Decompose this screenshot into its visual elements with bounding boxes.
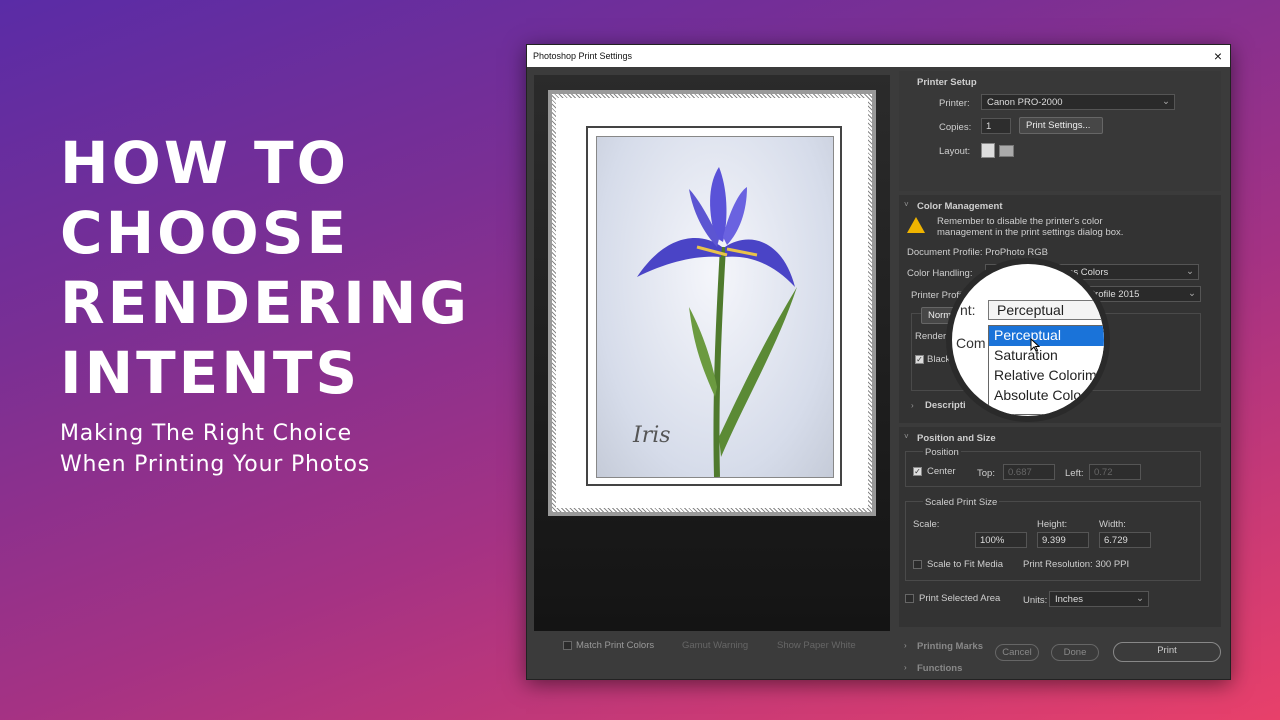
chevron-down-icon: ⌄ [1136,593,1144,604]
left-input[interactable]: 0.72 [1089,464,1141,480]
chevron-down-icon: ⌄ [1162,96,1170,107]
done-button[interactable]: Done [1051,644,1099,661]
compensation-partial-label: Com [956,335,986,351]
portrait-layout-icon[interactable] [981,143,995,158]
window-title: Photoshop Print Settings [533,51,633,61]
photo-caption: Iris [633,423,671,448]
print-selected-area-label: Print Selected Area [919,593,1001,604]
copies-input[interactable]: 1 [981,118,1011,134]
show-paper-white-label: Show Paper White [777,640,856,651]
units-select[interactable]: Inches ⌄ [1049,591,1149,607]
warning-icon [907,217,925,233]
document-profile: Document Profile: ProPhoto RGB [907,247,1048,258]
hero-title-line: INTENTS [60,339,361,407]
rendering-intent-magnifier: nt: Perceptual Com Perceptual Saturation… [946,258,1110,422]
chevron-down-icon[interactable]: ˅ [904,200,909,209]
intent-partial-label: nt: [960,302,976,318]
layout-label: Layout: [939,146,971,157]
height-label: Height: [1037,519,1068,530]
hero-title-line: CHOOSE [60,199,350,267]
hero-title-line: RENDERING [60,269,470,337]
hero-text: HOW TO CHOOSE RENDERING INTENTS Making T… [60,128,510,480]
position-label: Position [923,447,961,458]
color-management-heading: Color Management [917,201,1003,212]
units-label: Units: [1023,595,1048,606]
gamut-warning-label: Gamut Warning [682,640,749,651]
width-label: Width: [1099,519,1126,530]
intent-option-saturation[interactable]: Saturation [989,346,1104,366]
print-button[interactable]: Print [1113,642,1221,662]
position-size-heading: Position and Size [917,433,996,444]
match-print-colors-label: Match Print Colors [576,640,655,651]
copies-label: Copies: [939,122,972,133]
printer-label: Printer: [939,98,970,109]
scale-to-fit-label: Scale to Fit Media [927,559,1004,570]
rendering-intent-select[interactable]: Perceptual [988,300,1104,320]
printer-value: Canon PRO-2000 [987,97,1063,108]
width-input[interactable]: 6.729 [1099,532,1151,548]
chevron-down-icon: ⌄ [1186,266,1194,277]
printer-setup-section: Printer Setup Printer: Canon PRO-2000 ⌄ C… [899,71,1221,191]
intent-option-absolute[interactable]: Absolute Colo [989,386,1104,406]
printer-select[interactable]: Canon PRO-2000 ⌄ [981,94,1175,110]
center-label: Center [927,466,956,477]
scaled-size-label: Scaled Print Size [923,497,1000,508]
center-checkbox[interactable]: ✓ [913,467,922,476]
height-input[interactable]: 9.399 [1037,532,1089,548]
print-preview: Iris [534,75,890,631]
scale-to-fit-checkbox[interactable] [913,560,922,569]
close-icon[interactable]: × [1214,48,1222,64]
landscape-layout-icon[interactable] [999,145,1014,157]
hero-title: HOW TO CHOOSE RENDERING INTENTS [60,128,510,408]
hero-subtitle-line: When Printing Your Photos [60,452,370,477]
description-label: Descripti [925,400,966,411]
dialog-footer: Match Print Colors Gamut Warning Show Pa… [527,637,1230,679]
chevron-right-icon[interactable]: › [911,401,914,410]
cancel-button[interactable]: Cancel [995,644,1039,661]
print-settings-button[interactable]: Print Settings... [1019,117,1103,134]
left-label: Left: [1065,468,1084,479]
top-label: Top: [977,468,995,479]
printer-setup-heading: Printer Setup [917,77,977,88]
chevron-down-icon: ⌄ [1188,288,1196,299]
hero-title-line: HOW TO [60,129,349,197]
mouse-cursor-icon [1030,338,1040,352]
intent-option-perceptual[interactable]: Perceptual [989,326,1104,346]
chevron-down-icon[interactable]: ˅ [904,432,909,441]
warning-line-2: management in the print settings dialog … [937,227,1124,238]
rendering-intent-value: Perceptual [997,302,1064,318]
title-bar: Photoshop Print Settings × [527,45,1230,67]
print-settings-dialog: Photoshop Print Settings × Iris Printer … [526,44,1231,680]
top-input[interactable]: 0.687 [1003,464,1055,480]
paper-inner: Iris [556,98,868,508]
hero-subtitle: Making The Right Choice When Printing Yo… [60,418,510,480]
black-point-checkbox[interactable]: ✓ [915,355,924,364]
rendering-intent-dropdown: Perceptual Saturation Relative Colorim A… [988,325,1104,415]
scale-label: Scale: [913,519,940,530]
position-size-section: ˅ Position and Size Position ✓ Center To… [899,427,1221,627]
paper-sheet: Iris [548,90,876,516]
print-selected-area-checkbox[interactable] [905,594,914,603]
print-resolution: Print Resolution: 300 PPI [1023,559,1130,570]
image-frame: Iris [586,126,842,486]
units-value: Inches [1055,594,1083,605]
color-handling-label: Color Handling: [907,268,973,279]
intent-option-relative[interactable]: Relative Colorim [989,366,1104,386]
scale-input[interactable]: 100% [975,532,1027,548]
match-print-colors-checkbox[interactable] [563,641,572,650]
warning-line-1: Remember to disable the printer's color [937,216,1103,227]
hero-subtitle-line: Making The Right Choice [60,421,352,446]
photo-iris: Iris [596,136,834,478]
